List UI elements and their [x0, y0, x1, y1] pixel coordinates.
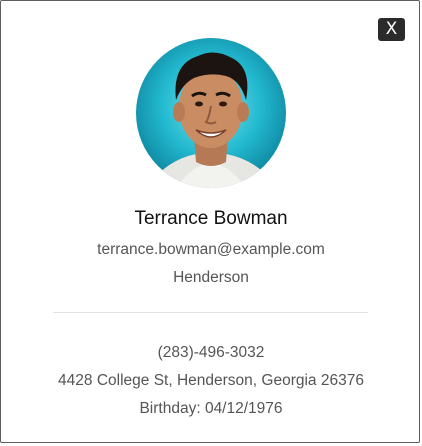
profile-phone: (283)-496-3032	[157, 344, 265, 361]
divider	[53, 312, 368, 313]
close-button[interactable]: X	[378, 18, 405, 41]
avatar	[136, 38, 286, 188]
profile-name: Terrance Bowman	[134, 208, 288, 229]
avatar-photo	[136, 38, 286, 188]
profile-email: terrance.bowman@example.com	[97, 241, 325, 258]
profile-birthday: Birthday: 04/12/1976	[139, 400, 283, 417]
profile-city: Henderson	[173, 269, 249, 286]
profile-modal: X Terrance Bowman terrance.bowman@exampl…	[0, 0, 420, 443]
profile-address: 4428 College St, Henderson, Georgia 2637…	[58, 372, 364, 389]
